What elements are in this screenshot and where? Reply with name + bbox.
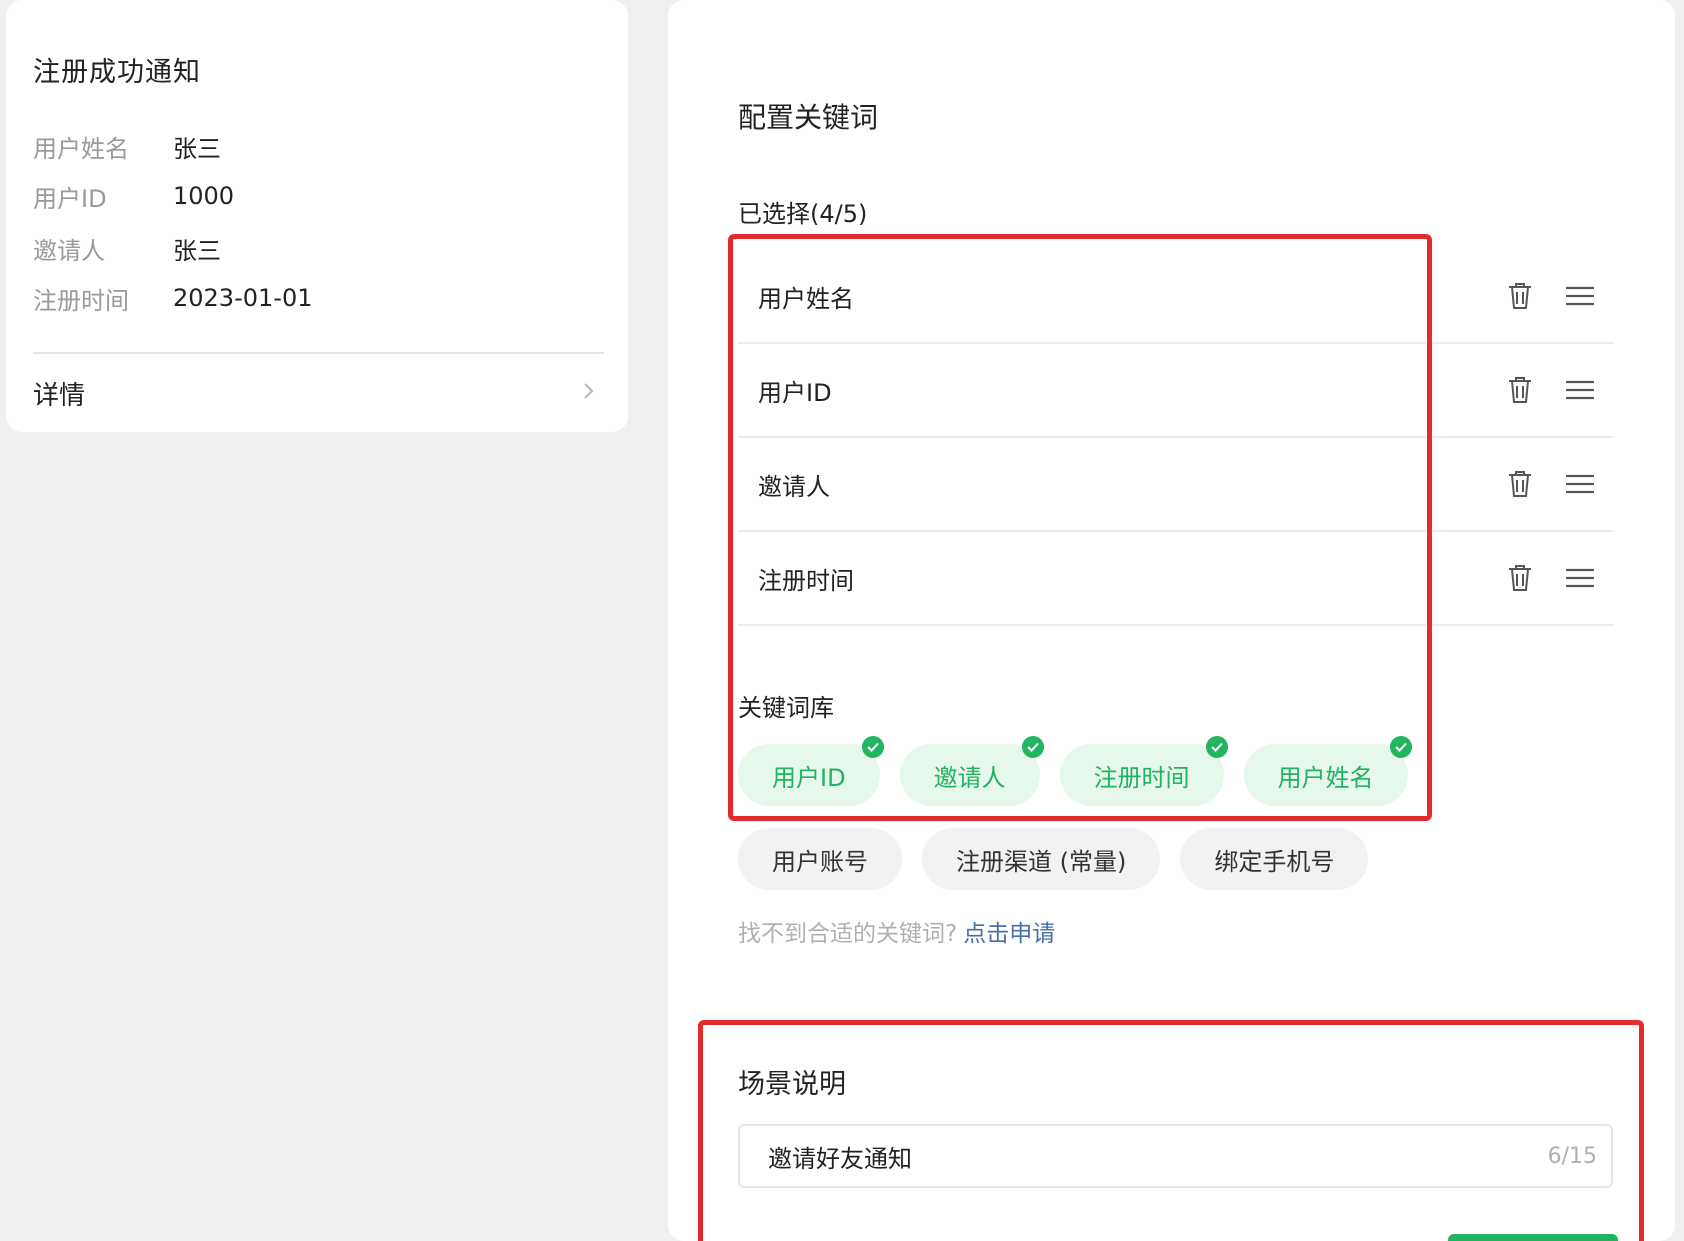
selected-keyword-item: 邀请人 <box>738 438 1613 532</box>
preview-value: 2023-01-01 <box>173 284 313 312</box>
drag-handle-icon[interactable] <box>1565 375 1595 405</box>
preview-row-userid: 用户ID 1000 <box>33 176 234 216</box>
trash-icon[interactable] <box>1505 281 1535 311</box>
preview-value: 1000 <box>173 182 235 210</box>
tag-label: 邀请人 <box>933 763 1006 792</box>
scene-input[interactable] <box>768 1142 1528 1170</box>
selected-count: 已选择(4/5) <box>738 200 868 228</box>
char-count: 6/15 <box>1547 1143 1597 1169</box>
selected-keyword-item: 用户姓名 <box>738 250 1613 344</box>
library-tag-selected[interactable]: 注册时间 <box>1059 736 1228 806</box>
selected-keyword-list: 用户姓名 用户ID 邀请人 注册时间 <box>738 250 1613 626</box>
hint-text: 找不到合适的关键词? <box>738 921 958 947</box>
library-tag-selected[interactable]: 邀请人 <box>899 736 1044 806</box>
page: 注册成功通知 用户姓名 张三 用户ID 1000 邀请人 张三 注册时间 202… <box>0 0 1684 1241</box>
check-icon <box>1021 736 1044 758</box>
tag-label: 注册时间 <box>1093 763 1190 792</box>
preview-label: 邀请人 <box>33 236 105 265</box>
preview-label: 用户ID <box>33 184 107 213</box>
selected-keyword-item: 注册时间 <box>738 532 1613 626</box>
trash-icon[interactable] <box>1505 375 1535 405</box>
preview-value: 张三 <box>173 236 221 265</box>
library-tag-selected[interactable]: 用户ID <box>738 736 884 806</box>
library-tag[interactable]: 用户账号 <box>738 828 902 890</box>
check-icon <box>1389 736 1412 758</box>
preview-label: 注册时间 <box>33 286 129 315</box>
preview-value: 张三 <box>173 134 221 163</box>
tag-label: 绑定手机号 <box>1214 847 1335 876</box>
keyword-library-title: 关键词库 <box>738 694 834 722</box>
message-preview-card: 注册成功通知 用户姓名 张三 用户ID 1000 邀请人 张三 注册时间 202… <box>6 0 628 432</box>
submit-button[interactable] <box>1448 1234 1618 1241</box>
library-tag[interactable]: 绑定手机号 <box>1180 828 1369 890</box>
keyword-label: 注册时间 <box>758 566 854 595</box>
trash-icon[interactable] <box>1505 563 1535 593</box>
preview-title: 注册成功通知 <box>33 57 201 88</box>
keyword-label: 邀请人 <box>758 472 830 501</box>
config-title: 配置关键词 <box>738 101 879 134</box>
scene-input-field[interactable]: 6/15 <box>738 1124 1613 1188</box>
selected-keyword-item: 用户ID <box>738 344 1613 438</box>
library-tag[interactable]: 注册渠道 (常量) <box>922 828 1161 890</box>
tag-label: 用户姓名 <box>1277 763 1374 792</box>
detail-link[interactable]: 详情 <box>33 368 604 418</box>
scene-title: 场景说明 <box>738 1069 846 1100</box>
keyword-label: 用户ID <box>758 378 832 407</box>
tag-label: 注册渠道 (常量) <box>956 847 1127 876</box>
keyword-hint: 找不到合适的关键词? 点击申请 <box>738 914 1055 948</box>
preview-row-register-time: 注册时间 2023-01-01 <box>33 278 312 318</box>
keyword-config-card: 配置关键词 已选择(4/5) 用户姓名 用户ID 邀请人 注册时间 关键词库 用… <box>668 0 1675 1241</box>
keyword-label: 用户姓名 <box>758 284 854 313</box>
preview-row-username: 用户姓名 张三 <box>33 126 221 166</box>
check-icon <box>861 736 884 758</box>
drag-handle-icon[interactable] <box>1565 281 1595 311</box>
check-icon <box>1205 736 1228 758</box>
tag-label: 用户ID <box>772 763 846 792</box>
drag-handle-icon[interactable] <box>1565 469 1595 499</box>
preview-row-inviter: 邀请人 张三 <box>33 228 221 268</box>
detail-label: 详情 <box>33 380 86 411</box>
trash-icon[interactable] <box>1505 469 1535 499</box>
chevron-right-icon <box>578 381 604 405</box>
library-tag-selected[interactable]: 用户姓名 <box>1243 736 1412 806</box>
keyword-library: 用户ID 邀请人 注册时间 用户姓名 用户账号 注册渠道 (常量) 绑定手机号 <box>738 736 1638 912</box>
preview-label: 用户姓名 <box>33 134 129 163</box>
tag-label: 用户账号 <box>772 847 868 876</box>
preview-divider <box>33 352 604 354</box>
apply-link[interactable]: 点击申请 <box>963 921 1055 947</box>
drag-handle-icon[interactable] <box>1565 563 1595 593</box>
